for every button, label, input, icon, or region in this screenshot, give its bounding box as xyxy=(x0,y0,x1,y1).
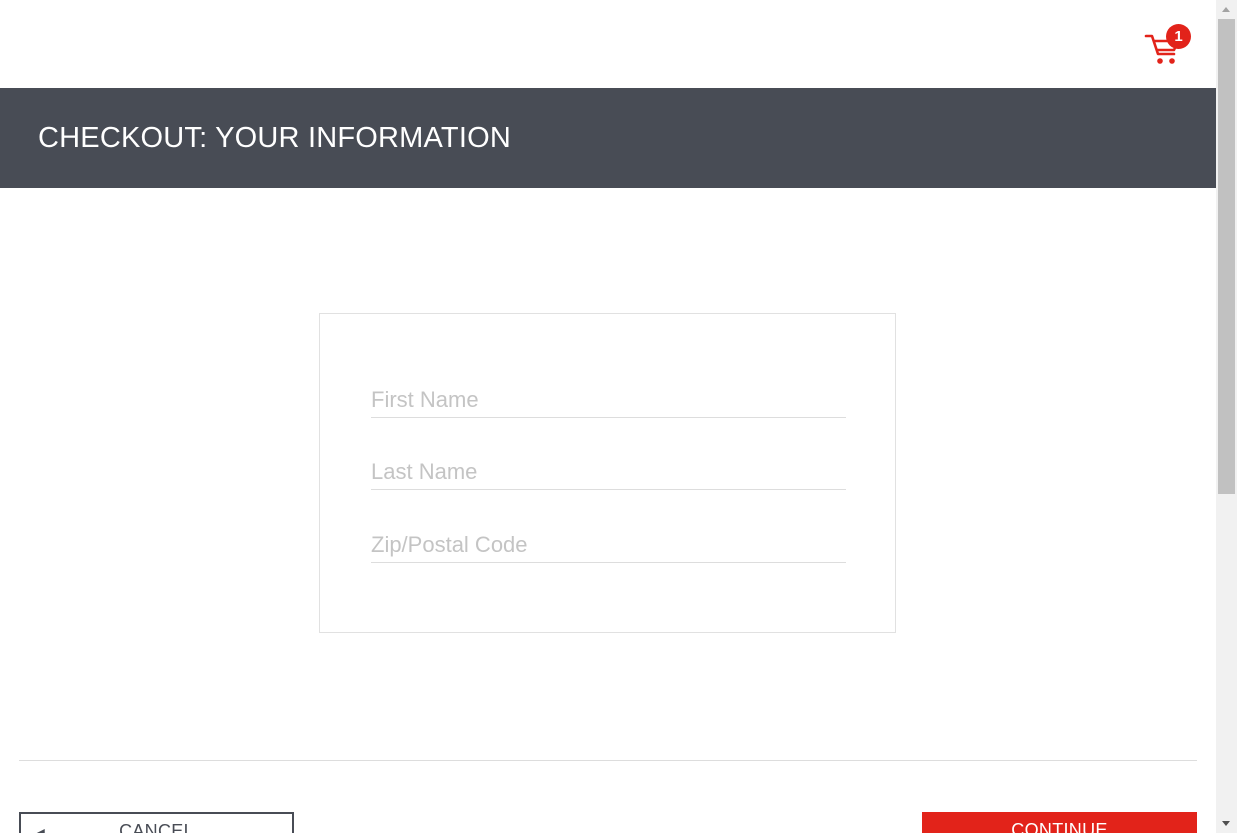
scroll-up-arrow-icon[interactable] xyxy=(1216,0,1237,17)
viewport: 1 CHECKOUT: YOUR INFORMATION ◀ CANCEL CO… xyxy=(0,0,1216,833)
continue-button[interactable]: CONTINUE xyxy=(922,812,1197,833)
scroll-down-arrow-icon[interactable] xyxy=(1216,816,1237,833)
continue-button-label: CONTINUE xyxy=(1011,820,1108,833)
cancel-button-label: CANCEL xyxy=(119,821,194,833)
postal-code-input[interactable] xyxy=(371,527,846,563)
checkout-info-form xyxy=(319,313,896,633)
cancel-button[interactable]: ◀ CANCEL xyxy=(19,812,294,833)
first-name-input[interactable] xyxy=(371,382,846,418)
cart-count-badge: 1 xyxy=(1166,24,1191,49)
page-title: CHECKOUT: YOUR INFORMATION xyxy=(38,122,511,154)
top-bar: 1 xyxy=(0,0,1216,88)
footer-divider xyxy=(19,760,1197,761)
last-name-input[interactable] xyxy=(371,454,846,490)
shopping-cart-link[interactable]: 1 xyxy=(1144,24,1192,68)
page: 1 CHECKOUT: YOUR INFORMATION ◀ CANCEL CO… xyxy=(0,0,1237,833)
vertical-scrollbar[interactable] xyxy=(1216,0,1237,833)
secondary-header: CHECKOUT: YOUR INFORMATION xyxy=(0,88,1216,188)
scrollbar-thumb[interactable] xyxy=(1218,19,1235,494)
